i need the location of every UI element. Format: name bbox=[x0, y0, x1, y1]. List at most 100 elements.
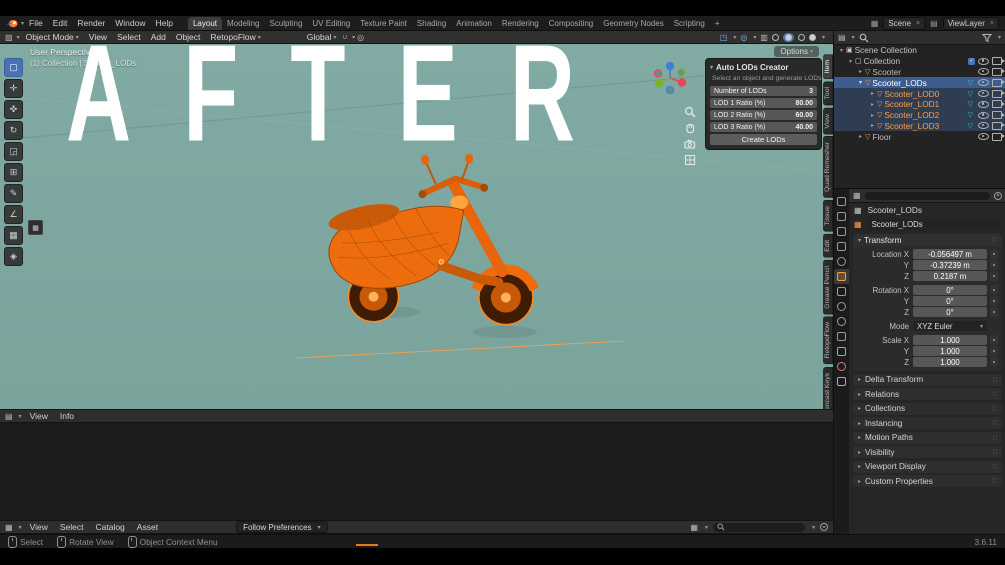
outliner-editor-icon[interactable]: ▤ bbox=[838, 33, 846, 42]
animate-decorator[interactable] bbox=[990, 307, 998, 317]
search-icon[interactable] bbox=[859, 33, 869, 43]
section-custom-properties[interactable]: ▸ Custom Properties ∷ bbox=[853, 475, 1002, 487]
retopoflow-menu[interactable]: RetopoFlow ▾ bbox=[206, 32, 264, 42]
shading-solid-icon[interactable] bbox=[782, 32, 794, 42]
sidebar-tab-screencast-keys[interactable]: Screencast Keys bbox=[823, 366, 833, 409]
move-tool-button[interactable]: ✜ bbox=[4, 100, 23, 119]
workspace-tab-animation[interactable]: Animation bbox=[451, 17, 497, 30]
rotation-x-field[interactable]: 0° bbox=[913, 285, 987, 295]
menu-object[interactable]: Object bbox=[172, 32, 205, 42]
outliner-row-scooter-lods[interactable]: ▾ ▽ Scooter_LODs ▽ bbox=[834, 77, 1005, 89]
location-y-field[interactable]: -0.37239 m bbox=[913, 260, 987, 270]
tab-world[interactable] bbox=[834, 254, 849, 269]
panel-collapse-icon[interactable]: ▾ bbox=[710, 64, 713, 71]
display-mode-icon[interactable]: ▦ bbox=[690, 523, 698, 532]
navigation-gizmo[interactable] bbox=[652, 60, 688, 96]
measure-tool-button[interactable]: ∠ bbox=[4, 205, 23, 224]
tab-physics[interactable] bbox=[834, 314, 849, 329]
camera-view-icon[interactable] bbox=[684, 138, 696, 150]
info-menu-info[interactable]: Info bbox=[56, 411, 78, 421]
annotate-tool-button[interactable]: ✎ bbox=[4, 184, 23, 203]
lod2-ratio-field[interactable]: LOD 2 Ratio (%) 60.00 bbox=[710, 110, 817, 120]
outliner-row-scooter-lod1[interactable]: ▸ ▽ Scooter_LOD1 ▽ bbox=[834, 98, 1005, 110]
section-instancing[interactable]: ▸ Instancing ∷ bbox=[853, 417, 1002, 429]
outliner-row-collection[interactable]: ▾ ▢ Collection ✓ bbox=[834, 56, 1005, 67]
location-x-field[interactable]: -0.056497 m bbox=[913, 249, 987, 259]
workspace-tab-modeling[interactable]: Modeling bbox=[222, 17, 264, 30]
ortho-toggle-icon[interactable] bbox=[684, 154, 696, 166]
scale-tool-button[interactable]: ◲ bbox=[4, 142, 23, 161]
properties-search-field[interactable] bbox=[864, 191, 990, 200]
cursor-tool-button[interactable]: ✛ bbox=[4, 79, 23, 98]
tab-particles[interactable] bbox=[834, 299, 849, 314]
outliner-row-scooter[interactable]: ▸ ▽ Scooter bbox=[834, 67, 1005, 78]
section-motion-paths[interactable]: ▸ Motion Paths ∷ bbox=[853, 431, 1002, 444]
menu-help[interactable]: Help bbox=[151, 18, 178, 28]
orientation-dropdown[interactable]: Global ▾ bbox=[303, 32, 341, 42]
animate-decorator[interactable] bbox=[990, 296, 998, 306]
camera-icon[interactable] bbox=[992, 111, 1005, 120]
scale-z-field[interactable]: 1.000 bbox=[913, 357, 987, 367]
tab-view-layer[interactable] bbox=[834, 224, 849, 239]
tab-output[interactable] bbox=[834, 209, 849, 224]
eye-icon[interactable] bbox=[978, 122, 989, 130]
menu-view[interactable]: View bbox=[85, 32, 111, 42]
eye-icon[interactable] bbox=[978, 90, 989, 98]
asset-editor-icon[interactable]: ▦ bbox=[5, 523, 13, 532]
rotation-z-field[interactable]: 0° bbox=[913, 307, 987, 317]
asset-menu-view[interactable]: View bbox=[26, 522, 52, 532]
info-editor-body[interactable] bbox=[0, 423, 833, 520]
info-editor-icon[interactable]: ▤ bbox=[5, 412, 13, 421]
eye-icon[interactable] bbox=[978, 79, 989, 87]
sidebar-tab-quad-remesher[interactable]: Quad Remesher bbox=[823, 136, 833, 199]
lod1-ratio-field[interactable]: LOD 1 Ratio (%) 80.00 bbox=[710, 98, 817, 108]
tab-texture[interactable] bbox=[834, 374, 849, 389]
number-of-lods-field[interactable]: Number of LODs 3 bbox=[710, 86, 817, 96]
zoom-icon[interactable] bbox=[684, 106, 696, 118]
tab-object[interactable] bbox=[834, 269, 849, 284]
tab-object-data[interactable] bbox=[834, 344, 849, 359]
asset-menu-asset[interactable]: Asset bbox=[133, 522, 162, 532]
tab-scene[interactable] bbox=[834, 239, 849, 254]
transform-tool-button[interactable]: ⊞ bbox=[4, 163, 23, 182]
collection-checkbox[interactable]: ✓ bbox=[968, 57, 975, 65]
section-viewport-display[interactable]: ▸ Viewport Display ∷ bbox=[853, 460, 1002, 473]
menu-window[interactable]: Window bbox=[110, 18, 150, 28]
scene-unlink-icon[interactable]: × bbox=[916, 20, 920, 27]
extra-tool-button[interactable]: ◈ bbox=[4, 247, 23, 266]
rotate-tool-button[interactable]: ↻ bbox=[4, 121, 23, 140]
filter-icon[interactable] bbox=[981, 33, 992, 43]
info-menu-view[interactable]: View bbox=[26, 411, 52, 421]
workspace-tab-rendering[interactable]: Rendering bbox=[497, 17, 544, 30]
animate-decorator[interactable] bbox=[990, 260, 998, 270]
workspace-tab-layout[interactable]: Layout bbox=[187, 17, 223, 30]
camera-icon[interactable] bbox=[992, 132, 1005, 141]
add-workspace-button[interactable]: + bbox=[710, 17, 725, 30]
workspace-tab-texture-paint[interactable]: Texture Paint bbox=[355, 17, 412, 30]
sidebar-tab-retopoflow[interactable]: RetopoFlow bbox=[823, 316, 833, 365]
scooter-object[interactable] bbox=[290, 144, 590, 344]
library-dropdown[interactable]: Follow Preferences ▾ bbox=[236, 521, 328, 533]
tab-modifiers[interactable] bbox=[834, 284, 849, 299]
viewlayer-unlink-icon[interactable]: × bbox=[990, 20, 994, 27]
asset-menu-select[interactable]: Select bbox=[56, 522, 88, 532]
outliner-row-floor[interactable]: ▸ ▽ Floor bbox=[834, 131, 1005, 142]
eye-icon[interactable] bbox=[978, 133, 989, 141]
filter-caret-icon[interactable]: ▾ bbox=[998, 34, 1001, 41]
workspace-tab-scripting[interactable]: Scripting bbox=[669, 17, 710, 30]
eye-icon[interactable] bbox=[978, 100, 989, 108]
shading-rendered-icon[interactable] bbox=[808, 33, 816, 41]
section-collections[interactable]: ▸ Collections ∷ bbox=[853, 402, 1002, 415]
transform-panel-header[interactable]: ▾ Transform ∷ bbox=[853, 234, 1002, 246]
snap-magnet-icon[interactable]: ∩ bbox=[342, 33, 348, 42]
browse-scene-icon[interactable]: ▦ bbox=[871, 19, 879, 28]
menu-render[interactable]: Render bbox=[72, 18, 110, 28]
workspace-tab-uv-editing[interactable]: UV Editing bbox=[307, 17, 355, 30]
xray-toggle-icon[interactable]: ▥ bbox=[760, 33, 768, 42]
section-relations[interactable]: ▸ Relations ∷ bbox=[853, 388, 1002, 400]
camera-icon[interactable] bbox=[992, 121, 1005, 130]
sidebar-tab-tissue[interactable]: Tissue bbox=[823, 200, 833, 232]
sidebar-tab-view[interactable]: View bbox=[823, 107, 833, 135]
shading-material-icon[interactable] bbox=[797, 33, 805, 41]
workspace-tab-shading[interactable]: Shading bbox=[412, 17, 451, 30]
